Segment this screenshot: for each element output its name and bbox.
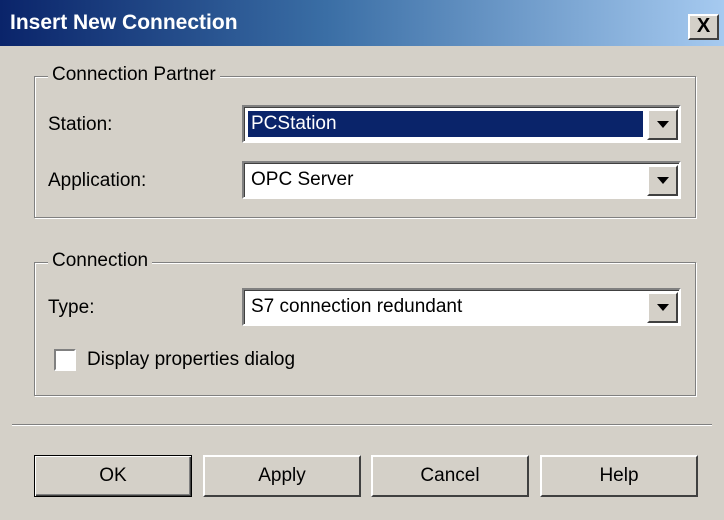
type-dropdown-button[interactable]: [647, 292, 678, 323]
type-dropdown[interactable]: S7 connection redundant: [242, 288, 681, 326]
station-dropdown-button[interactable]: [647, 109, 678, 140]
help-button[interactable]: Help: [540, 455, 698, 497]
application-label: Application:: [48, 170, 147, 191]
chevron-down-icon: [657, 304, 669, 311]
station-value: PCStation: [248, 111, 643, 137]
chevron-down-icon: [657, 177, 669, 184]
display-properties-label[interactable]: Display properties dialog: [87, 349, 295, 371]
ok-button[interactable]: OK: [34, 455, 192, 497]
application-dropdown[interactable]: OPC Server: [242, 161, 681, 199]
chevron-down-icon: [657, 121, 669, 128]
connection-legend: Connection: [48, 250, 153, 272]
connection-group: Connection: [34, 250, 696, 396]
close-button[interactable]: X: [688, 14, 719, 40]
application-dropdown-button[interactable]: [647, 165, 678, 196]
apply-button[interactable]: Apply: [203, 455, 361, 497]
title-bar[interactable]: Insert New Connection X: [0, 0, 724, 46]
separator: [12, 424, 712, 426]
window-title: Insert New Connection: [10, 11, 238, 34]
connection-partner-legend: Connection Partner: [48, 64, 220, 86]
insert-new-connection-dialog: Insert New Connection X Connection Partn…: [0, 0, 724, 520]
close-icon: X: [696, 15, 711, 37]
type-value: S7 connection redundant: [251, 296, 463, 317]
type-label: Type:: [48, 297, 95, 318]
display-properties-checkbox[interactable]: [54, 349, 76, 371]
station-dropdown[interactable]: PCStation: [242, 105, 681, 143]
cancel-button[interactable]: Cancel: [371, 455, 529, 497]
application-value: OPC Server: [251, 169, 354, 190]
station-label: Station:: [48, 114, 113, 135]
